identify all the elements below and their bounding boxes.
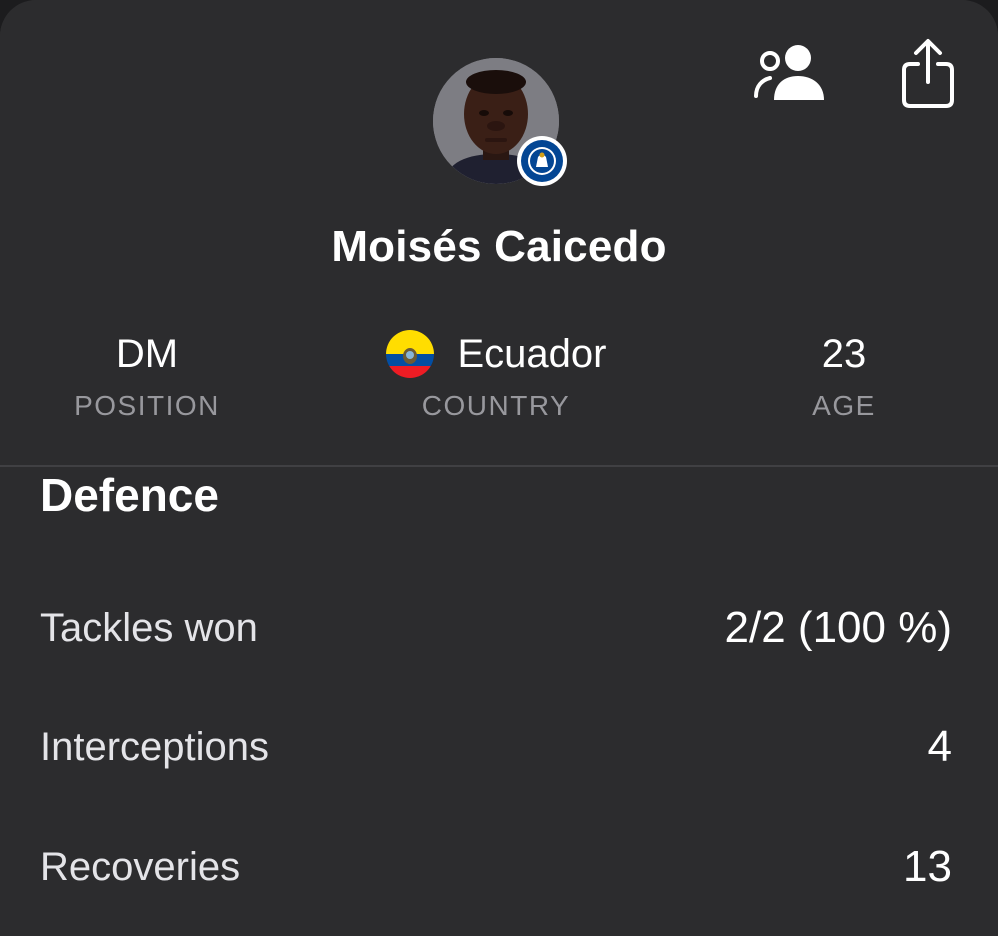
compare-players-icon <box>754 45 824 100</box>
position-label: POSITION <box>74 390 220 421</box>
position-info: DM POSITION <box>0 330 297 422</box>
country-value-row: Ecuador <box>346 330 646 378</box>
stat-label: Recoveries <box>40 844 241 889</box>
stat-value: 4 <box>927 722 952 771</box>
age-label: AGE <box>812 390 876 421</box>
player-avatar[interactable] <box>433 58 567 186</box>
ecuador-flag-icon <box>385 330 434 378</box>
stat-value: 13 <box>903 842 952 891</box>
stat-label: Interceptions <box>40 724 270 769</box>
share-button[interactable] <box>890 36 966 112</box>
country-label: COUNTRY <box>421 390 571 421</box>
stat-value: 2/2 (100 %) <box>724 603 952 652</box>
country-name: Ecuador <box>457 332 607 376</box>
compare-players-button[interactable] <box>752 36 828 112</box>
age-info: 23 AGE <box>694 330 994 422</box>
position-value: DM <box>115 332 179 376</box>
share-icon <box>902 39 954 108</box>
club-badge-icon <box>517 136 567 186</box>
stat-row-interceptions: Interceptions 4 <box>40 717 952 777</box>
stat-row-tackles-won: Tackles won 2/2 (100 %) <box>40 598 952 658</box>
section-title: Defence <box>40 469 219 521</box>
country-info[interactable]: Ecuador COUNTRY <box>346 330 646 422</box>
stat-row-recoveries: Recoveries 13 <box>40 837 952 897</box>
player-header: Moisés Caicedo DM POSITION Ecuador COUNT… <box>0 0 998 467</box>
stat-label: Tackles won <box>40 605 258 650</box>
player-name: Moisés Caicedo <box>331 222 667 271</box>
age-value: 23 <box>821 332 867 376</box>
player-stats-sheet: Moisés Caicedo DM POSITION Ecuador COUNT… <box>0 0 998 936</box>
